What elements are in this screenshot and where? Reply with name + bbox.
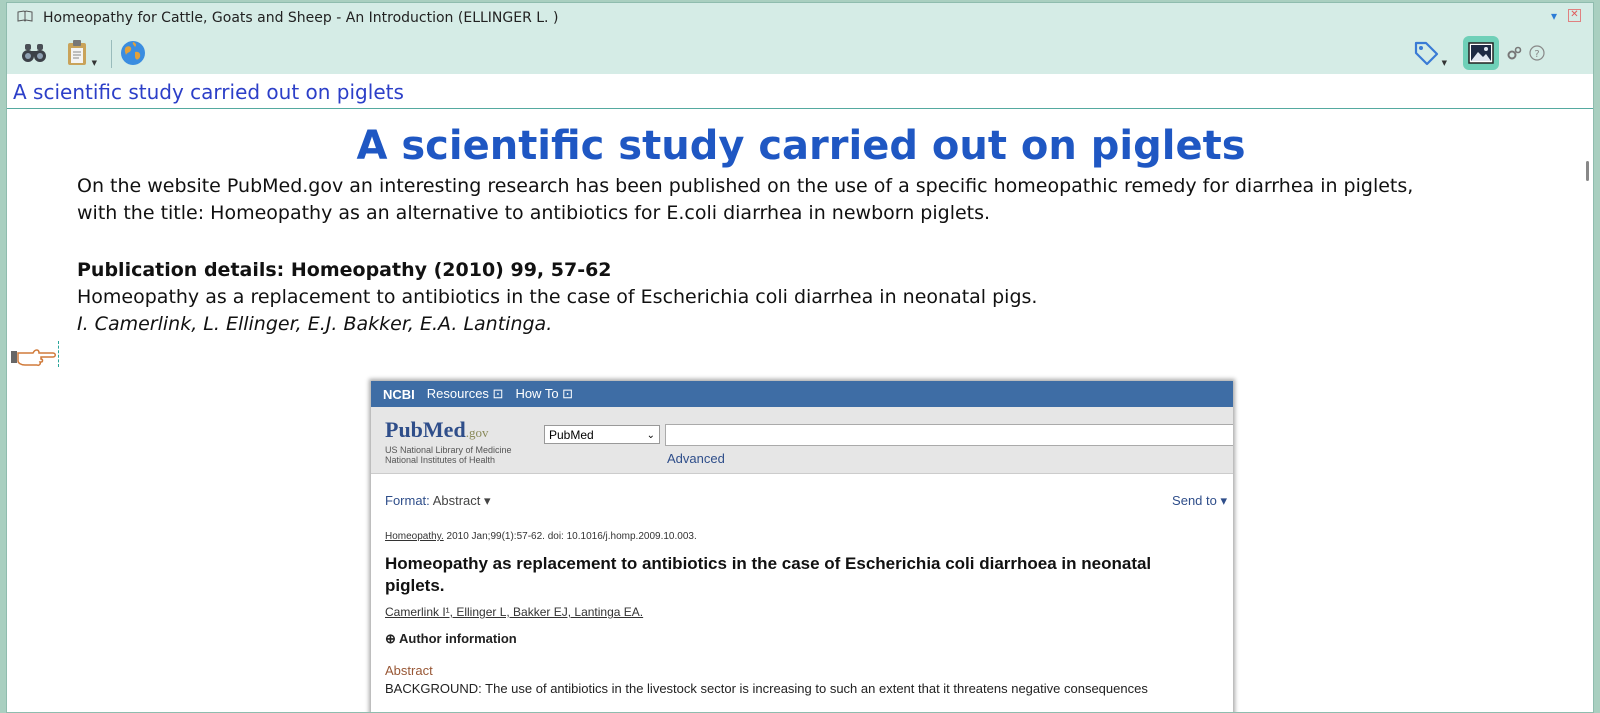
pubmed-logo-text: PubMed — [385, 417, 466, 442]
pubmed-logo-gov: .gov — [465, 425, 489, 440]
text-cursor — [58, 341, 59, 367]
advanced-link: Advanced — [667, 451, 725, 466]
article-authors: Camerlink I¹, Ellinger L, Bakker EJ, Lan… — [385, 605, 644, 619]
ncbi-logo: NCBI — [383, 386, 415, 402]
help-icon[interactable]: ? — [1527, 36, 1547, 70]
minimize-button[interactable]: ▾ — [1551, 9, 1557, 23]
gear-icon[interactable] — [1505, 36, 1523, 70]
resources-menu: Resources ⊡ — [426, 386, 504, 401]
ncbi-header: NCBI Resources ⊡ How To ⊡ — [371, 381, 1233, 407]
send-to-menu: Send to ▾ — [1172, 493, 1227, 508]
image-icon[interactable] — [1463, 36, 1499, 70]
howto-menu: How To ⊡ — [515, 386, 574, 401]
dropdown-caret-icon: ▼ — [91, 59, 97, 67]
pubmed-screenshot-image: NCBI Resources ⊡ How To ⊡ PubMed.gov US … — [371, 381, 1233, 712]
abstract-heading: Abstract — [385, 663, 433, 678]
pubmed-subtitle-line-1: US National Library of Medicine — [385, 445, 512, 455]
pointing-hand-icon[interactable] — [11, 345, 57, 373]
author-information: ⊕ Author information — [385, 631, 517, 646]
toolbar-separator — [111, 40, 112, 68]
binoculars-icon[interactable] — [19, 36, 49, 70]
publication-authors: I. Camerlink, L. Ellinger, E.J. Bakker, … — [77, 313, 553, 335]
pubmed-subtitle: US National Library of Medicine National… — [385, 445, 512, 465]
svg-text:?: ? — [1534, 49, 1539, 60]
pubmed-subtitle-line-2: National Institutes of Health — [385, 455, 496, 465]
database-select: PubMed ⌄ — [544, 425, 660, 444]
toolbar: ▼ ▼ ? — [7, 34, 1593, 74]
window-title: Homeopathy for Cattle, Goats and Sheep -… — [43, 10, 559, 26]
intro-paragraph-line-1: On the website PubMed.gov an interesting… — [77, 175, 1414, 197]
format-selector: Format: Abstract ▾ — [385, 493, 491, 509]
clipboard-icon[interactable]: ▼ — [61, 36, 97, 70]
topic-title: A scientific study carried out on piglet… — [13, 80, 404, 104]
tag-icon[interactable]: ▼ — [1409, 36, 1447, 70]
format-value: Abstract ▾ — [432, 493, 491, 508]
book-icon — [17, 10, 33, 26]
app-window: Homeopathy for Cattle, Goats and Sheep -… — [6, 2, 1594, 713]
page-title: A scientific study carried out on piglet… — [356, 123, 1246, 169]
dropdown-caret-icon: ▼ — [1441, 59, 1447, 67]
intro-paragraph-line-2: with the title: Homeopathy as an alterna… — [77, 202, 991, 224]
publication-heading: Publication details: Homeopathy (2010) 9… — [77, 259, 612, 281]
citation-details: 2010 Jan;99(1):57-62. doi: 10.1016/j.hom… — [443, 531, 697, 542]
journal-link: Homeopathy. — [385, 531, 444, 542]
article-title: Homeopathy as replacement to antibiotics… — [385, 554, 1152, 595]
format-label: Format: — [385, 493, 430, 508]
publication-title: Homeopathy as a replacement to antibioti… — [77, 286, 1038, 308]
title-bar: Homeopathy for Cattle, Goats and Sheep -… — [7, 3, 1593, 33]
close-button[interactable]: ✕ — [1568, 9, 1581, 22]
pubmed-search-input — [665, 424, 1233, 446]
chevron-down-icon: ⌄ — [646, 430, 655, 441]
pubmed-search-bar: PubMed.gov US National Library of Medici… — [371, 407, 1233, 474]
document-content: A scientific study carried out on piglet… — [7, 109, 1593, 712]
vertical-scrollbar[interactable] — [1586, 161, 1589, 181]
topic-title-bar[interactable]: A scientific study carried out on piglet… — [7, 74, 1593, 109]
pubmed-logo: PubMed.gov — [385, 417, 488, 443]
abstract-background: BACKGROUND: The use of antibiotics in th… — [385, 681, 1148, 696]
database-select-value: PubMed — [549, 428, 594, 442]
citation: Homeopathy. 2010 Jan;99(1):57-62. doi: 1… — [385, 531, 697, 542]
globe-icon[interactable] — [117, 36, 149, 70]
